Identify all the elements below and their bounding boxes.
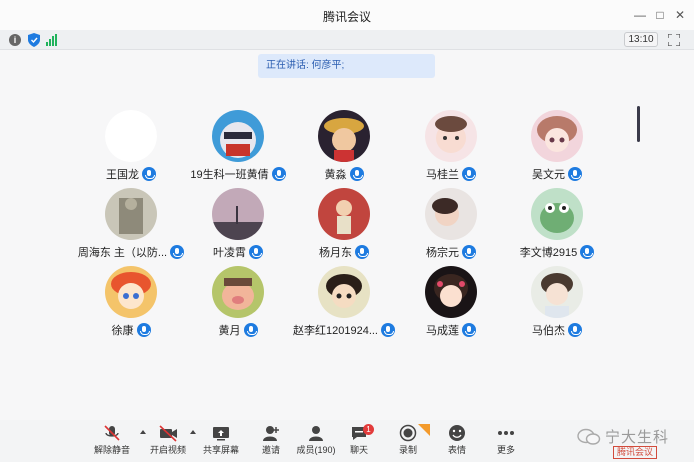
mic-icon xyxy=(136,323,151,337)
shield-icon[interactable] xyxy=(28,33,40,47)
avatar xyxy=(105,110,157,162)
participant-name: 马桂兰 xyxy=(426,169,459,181)
participant-name: 徐康 xyxy=(111,325,134,337)
participant-name: 黄月 xyxy=(218,325,241,337)
mic-icon xyxy=(243,323,258,337)
record-button[interactable]: 录制 xyxy=(382,424,434,460)
participant-name: 王国龙 xyxy=(106,169,139,181)
start-video-label: 开启视频 xyxy=(149,445,186,455)
participant-name: 杨宗元 xyxy=(426,247,459,259)
avatar xyxy=(425,266,477,318)
avatar xyxy=(212,188,264,240)
chat-button[interactable]: 1 聊天 xyxy=(333,424,385,460)
participant-name: 19生科一班黄倩 xyxy=(190,169,269,181)
avatar xyxy=(425,188,477,240)
feature-corner-tag-icon xyxy=(418,424,430,436)
video-off-icon xyxy=(159,425,177,442)
more-button[interactable]: 更多 xyxy=(480,424,532,460)
avatar xyxy=(425,110,477,162)
participant-name: 赵李红1201924... xyxy=(293,325,378,337)
active-speaker-banner: 正在讲话: 何彦平; xyxy=(258,54,435,78)
participant-tile[interactable]: 李文博2915 xyxy=(505,188,609,264)
avatar xyxy=(318,110,370,162)
participant-name: 吴文元 xyxy=(532,169,565,181)
minimize-icon[interactable]: — xyxy=(632,7,648,23)
mic-icon xyxy=(462,245,476,259)
reactions-button[interactable]: 表情 xyxy=(431,424,483,460)
avatar xyxy=(531,188,583,240)
participant-name: 马成莲 xyxy=(426,325,459,337)
avatar xyxy=(105,266,157,318)
chat-label: 聊天 xyxy=(349,445,368,455)
mic-icon xyxy=(568,167,582,181)
info-icon[interactable]: i xyxy=(9,34,21,46)
meeting-timer: 13:10 xyxy=(624,32,658,47)
participant-name: 叶凌霄 xyxy=(213,247,246,259)
share-screen-button[interactable]: 共享屏幕 xyxy=(195,424,247,460)
more-label: 更多 xyxy=(496,445,515,455)
maximize-icon[interactable]: □ xyxy=(652,7,668,23)
watermark: 宁大生科 腾讯会议 xyxy=(573,424,693,460)
avatar xyxy=(212,110,264,162)
watermark-text: 宁大生科 xyxy=(605,429,670,446)
participant-name: 杨月东 xyxy=(319,247,352,259)
meeting-info-bar: i 13:10 xyxy=(0,30,694,50)
watermark-sub: 腾讯会议 xyxy=(613,446,658,459)
share-screen-icon xyxy=(213,427,229,441)
participant-name: 马伯杰 xyxy=(532,325,565,337)
wechat-logo-icon xyxy=(577,428,601,445)
avatar xyxy=(318,266,370,318)
participant-name: 黄淼 xyxy=(324,169,347,181)
avatar xyxy=(531,110,583,162)
window-title: 腾讯会议 xyxy=(322,10,371,24)
avatar xyxy=(318,188,370,240)
mic-icon xyxy=(349,167,364,181)
members-icon xyxy=(309,426,323,441)
start-video-button[interactable]: 开启视频 xyxy=(142,424,194,460)
mic-icon xyxy=(249,245,263,259)
reactions-label: 表情 xyxy=(447,445,466,455)
record-icon xyxy=(399,424,417,442)
mic-icon xyxy=(142,167,156,181)
title-bar: 腾讯会议 — □ ✕ xyxy=(0,0,694,30)
participant-name: 李文博2915 xyxy=(519,247,578,259)
participant-name: 周海东 主（以防... xyxy=(77,247,168,259)
fullscreen-icon[interactable] xyxy=(668,34,680,46)
mic-icon xyxy=(462,167,476,181)
unread-badge: 1 xyxy=(363,424,374,435)
more-dots-icon xyxy=(498,431,514,435)
scrollbar-thumb[interactable] xyxy=(637,106,640,142)
participant-tile[interactable]: 马伯杰 xyxy=(505,266,609,342)
mic-icon xyxy=(355,245,369,259)
emoji-icon xyxy=(449,425,465,441)
mic-icon xyxy=(580,245,595,259)
avatar xyxy=(212,266,264,318)
record-label: 录制 xyxy=(398,445,417,455)
add-person-icon xyxy=(263,426,279,441)
close-icon[interactable]: ✕ xyxy=(672,7,688,23)
unmute-button[interactable]: 解除静音 xyxy=(86,424,138,460)
mic-icon xyxy=(462,323,476,337)
unmute-label: 解除静音 xyxy=(93,445,130,455)
avatar xyxy=(531,266,583,318)
muted-mic-icon xyxy=(104,425,120,441)
network-signal-icon[interactable] xyxy=(46,34,58,46)
avatar xyxy=(105,188,157,240)
mic-icon xyxy=(568,323,582,337)
participant-tile[interactable]: 吴文元 xyxy=(505,110,609,186)
share-screen-label: 共享屏幕 xyxy=(202,445,239,455)
